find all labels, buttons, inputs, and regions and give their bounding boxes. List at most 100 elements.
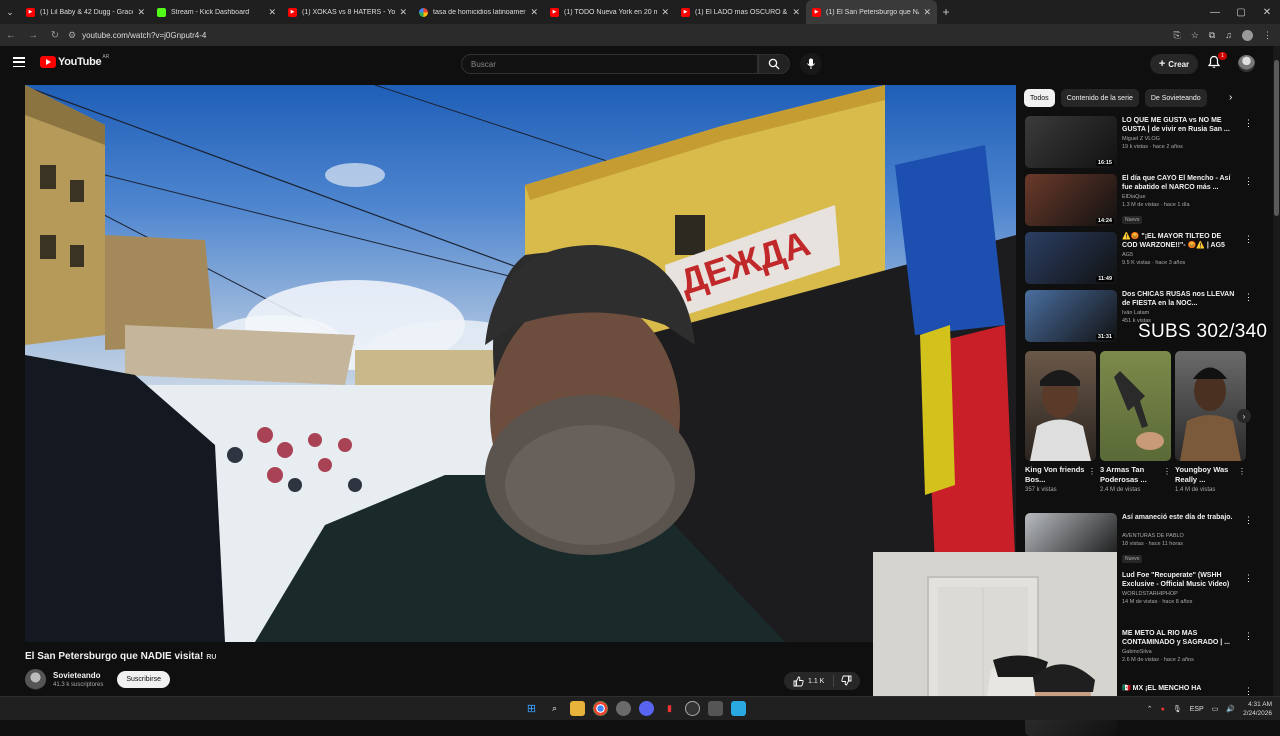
channel-avatar[interactable] — [25, 669, 46, 690]
tab-search-icon[interactable]: ⌄ — [0, 0, 20, 24]
extensions-icon[interactable]: ⧉ — [1209, 30, 1215, 41]
maximize-icon[interactable]: ▢ — [1228, 7, 1254, 18]
search-box[interactable] — [461, 54, 758, 74]
more-options-icon[interactable]: ⋮ — [1244, 292, 1253, 303]
channel-name[interactable]: Sovieteando — [53, 671, 103, 680]
install-app-icon[interactable]: ⎘ — [1174, 30, 1181, 41]
more-options-icon[interactable]: ⋮ — [1244, 573, 1253, 584]
address-bar: ← → ↻ ⚙ youtube.com/watch?v=j0Gnputr4-4 … — [0, 24, 1280, 46]
chip-channel[interactable]: De Sovieteando — [1144, 89, 1207, 107]
more-options-icon[interactable]: ⋮ — [1244, 118, 1253, 129]
file-explorer-icon[interactable] — [570, 701, 585, 716]
video-player[interactable]: ДЕЖДА — [25, 85, 1016, 642]
back-icon[interactable]: ← — [0, 30, 22, 41]
more-options-icon[interactable]: ⋮ — [1163, 467, 1171, 476]
short-thumbnail — [1025, 351, 1096, 461]
network-icon[interactable]: ▭ — [1212, 705, 1219, 713]
chip-series[interactable]: Contenido de la serie — [1060, 89, 1139, 107]
more-options-icon[interactable]: ⋮ — [1244, 631, 1253, 642]
site-info-icon[interactable]: ⚙ — [68, 30, 76, 41]
browser-tab[interactable]: ▶ (1) TODO Nueva York en 20 mi ✕ — [544, 0, 675, 24]
browser-tab[interactable]: ▶ (1) El LADO mas OSCURO & GI ✕ — [675, 0, 806, 24]
chevron-right-icon[interactable]: › — [1229, 92, 1232, 103]
webcam-overlay — [873, 552, 1117, 720]
chip-all[interactable]: Todos — [1024, 89, 1055, 107]
more-options-icon[interactable]: ⋮ — [1238, 467, 1246, 476]
language-indicator[interactable]: ESP — [1190, 706, 1204, 713]
short-title: Youngboy Was Really ... — [1175, 465, 1229, 484]
chrome-icon[interactable] — [593, 701, 608, 716]
browser-menu-icon[interactable]: ⋮ — [1263, 30, 1272, 41]
close-tab-icon[interactable]: ✕ — [792, 7, 800, 18]
close-tab-icon[interactable]: ✕ — [530, 7, 538, 18]
youtube-logo[interactable]: YouTube AR — [40, 54, 109, 68]
url-field[interactable]: ⚙ youtube.com/watch?v=j0Gnputr4-4 — [68, 26, 1128, 44]
voice-search-button[interactable] — [800, 53, 822, 75]
search-input[interactable] — [471, 59, 757, 69]
recommendation-channel: Miguel Z VLOG — [1122, 136, 1160, 142]
bookmark-star-icon[interactable]: ☆ — [1191, 30, 1199, 41]
discord-icon[interactable] — [639, 701, 654, 716]
system-clock[interactable]: 4:31 AM 2/24/2026 — [1243, 700, 1272, 718]
close-tab-icon[interactable]: ✕ — [923, 7, 931, 18]
page-scrollbar-thumb[interactable] — [1274, 60, 1279, 216]
recommendation-title: Así amaneció este día de trabajo. — [1122, 514, 1233, 521]
new-tab-button[interactable]: + — [937, 5, 955, 19]
profile-icon[interactable] — [1242, 29, 1253, 41]
flag-badge: RU — [206, 654, 217, 661]
notifications-button[interactable]: 1 — [1207, 52, 1227, 71]
close-tab-icon[interactable]: ✕ — [399, 7, 407, 18]
browser-icon[interactable] — [616, 701, 631, 716]
dislike-button[interactable] — [834, 675, 859, 688]
close-tab-icon[interactable]: ✕ — [137, 7, 145, 18]
close-tab-icon[interactable]: ✕ — [661, 7, 669, 18]
forward-icon[interactable]: → — [22, 30, 44, 41]
search-button[interactable] — [758, 54, 790, 74]
shorts-next-button[interactable]: › — [1237, 409, 1251, 423]
app-blue-icon[interactable] — [731, 701, 746, 716]
tray-chevron-icon[interactable]: ⌃ — [1147, 705, 1153, 713]
more-options-icon[interactable]: ⋮ — [1088, 467, 1096, 476]
browser-tab[interactable]: Stream - Kick Dashboard ✕ — [151, 0, 282, 24]
recommendation-views: 2.6 M de vistas · hace 2 años — [1122, 657, 1194, 663]
volume-icon[interactable]: 🔊 — [1226, 705, 1235, 713]
close-tab-icon[interactable]: ✕ — [268, 7, 276, 18]
browser-tab-bar: ⌄ ▶ (1) Lil Baby & 42 Dugg - Grace ✕ Stream… — [0, 0, 1280, 24]
short-views: 2.4 M de vistas — [1100, 487, 1141, 493]
recommendation-title: Dos CHICAS RUSAS nos LLEVAN de FIESTA en… — [1122, 291, 1235, 307]
video-duration: 11:49 — [1096, 276, 1114, 282]
windows-start-icon[interactable]: ⊞ — [524, 701, 539, 716]
minimize-icon[interactable]: — — [1202, 7, 1228, 18]
obs-icon[interactable] — [685, 701, 700, 716]
browser-tab[interactable]: ▶ (1) XOKAS vs 8 HATERS - YouTu✕ — [282, 0, 413, 24]
tray-mic-icon[interactable]: 🎙 — [1173, 705, 1182, 713]
more-options-icon[interactable]: ⋮ — [1244, 515, 1253, 526]
browser-tab[interactable]: ▶ (1) El San Petersburgo que NAD ✕ — [806, 0, 937, 24]
window-controls: — ▢ ✕ — [1202, 0, 1280, 24]
short-item[interactable]: 3 Armas Tan Poderosas ... 2.4 M de vista… — [1100, 351, 1171, 493]
account-avatar[interactable] — [1238, 55, 1255, 72]
search-taskbar-icon[interactable]: ⌕ — [547, 701, 562, 716]
new-badge: Nuevo — [1122, 555, 1143, 563]
app-red-icon[interactable]: ▮ — [662, 701, 677, 716]
menu-icon[interactable] — [13, 57, 25, 67]
video-title-text: El San Petersburgo que NADIE visita! — [25, 651, 204, 662]
thumbs-down-icon — [841, 675, 852, 685]
browser-tab[interactable]: tasa de homicidios latinoameri ✕ — [413, 0, 544, 24]
subscribe-button[interactable]: Suscribirse — [117, 671, 170, 688]
more-options-icon[interactable]: ⋮ — [1244, 234, 1253, 245]
short-item[interactable]: King Von friends Bos... 357 k vistas ⋮ — [1025, 351, 1096, 493]
short-item[interactable]: Youngboy Was Really ... 1.4 M de vistas … — [1175, 351, 1246, 493]
close-window-icon[interactable]: ✕ — [1254, 7, 1280, 18]
tray-app-icon[interactable]: ● — [1161, 706, 1165, 713]
calculator-icon[interactable] — [708, 701, 723, 716]
create-button[interactable]: + Crear — [1150, 54, 1198, 74]
recommendation-item[interactable]: 16:15 LO QUE ME GUSTA vs NO ME GUSTA | de… — [1025, 116, 1253, 168]
recommendation-item[interactable]: 14:24 El día que CAYÓ El Mencho - Así fue… — [1025, 174, 1253, 226]
recommendation-item[interactable]: 11:49 ⚠️😡 "¡EL MAYOR TILTEO DE COD WARZON… — [1025, 232, 1253, 284]
browser-tab[interactable]: ▶ (1) Lil Baby & 42 Dugg - Grace ✕ — [20, 0, 151, 24]
like-button[interactable]: 1.1 K — [784, 675, 835, 687]
reload-icon[interactable]: ↻ — [44, 30, 66, 41]
more-options-icon[interactable]: ⋮ — [1244, 176, 1253, 187]
media-icon[interactable]: ♫ — [1225, 30, 1232, 40]
